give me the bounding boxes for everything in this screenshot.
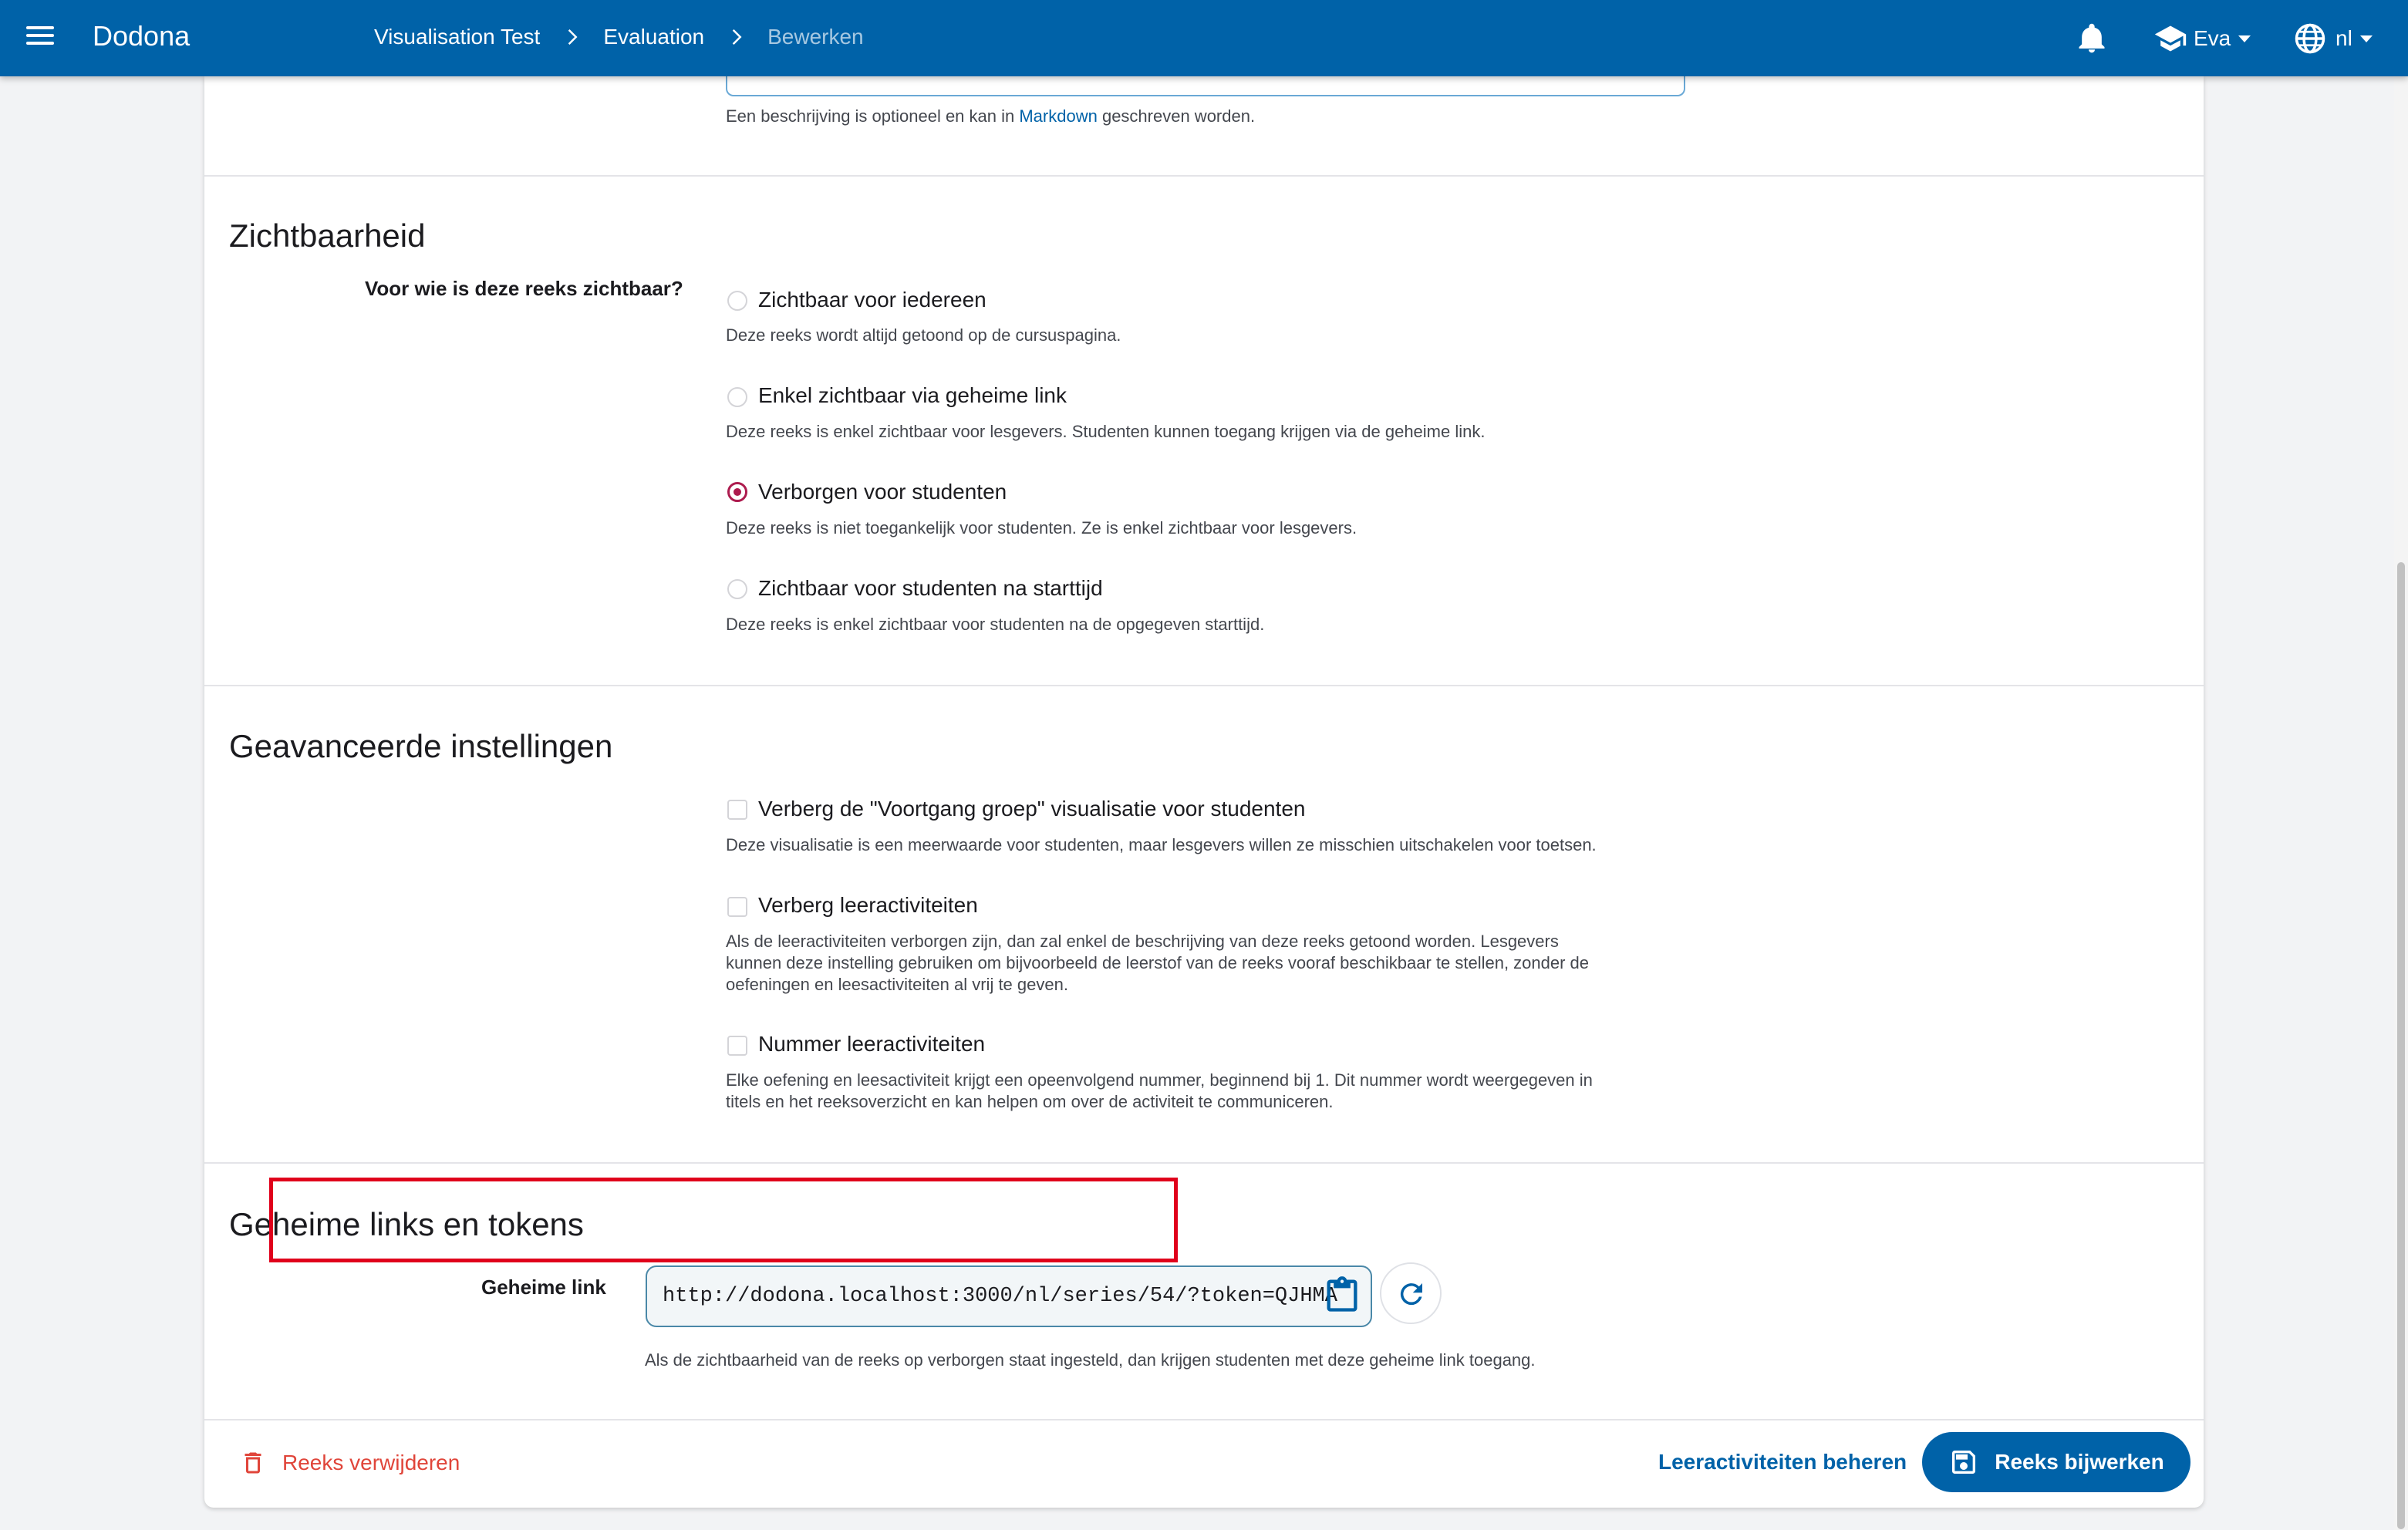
refresh-icon bbox=[1400, 1283, 1422, 1306]
checkbox-number-activities[interactable] bbox=[727, 1036, 747, 1056]
clipboard-icon[interactable] bbox=[1322, 1275, 1362, 1315]
delete-series-label: Reeks verwijderen bbox=[282, 1451, 460, 1474]
number-activities-help: Elke oefening en leesactiviteit krijgt e… bbox=[726, 1070, 1593, 1111]
breadcrumb-course[interactable]: Visualisation Test bbox=[374, 25, 540, 49]
radio-visibility-open[interactable] bbox=[727, 291, 747, 311]
description-help: Een beschrijving is optioneel en kan in … bbox=[726, 106, 1256, 126]
language-menu[interactable]: nl bbox=[2294, 22, 2373, 56]
divider bbox=[204, 1162, 2204, 1164]
radio-visibility-timed[interactable] bbox=[727, 579, 747, 599]
checkbox-hide-activities[interactable] bbox=[727, 897, 747, 917]
markdown-link[interactable]: Markdown bbox=[1019, 106, 1097, 126]
divider bbox=[204, 1419, 2204, 1420]
hide-progress-label[interactable]: Verberg de "Voortgang groep" visualisati… bbox=[758, 797, 1305, 821]
secret-link-field[interactable]: http://dodona.localhost:3000/nl/series/5… bbox=[646, 1265, 1372, 1327]
visibility-timed-help: Deze reeks is enkel zichtbaar voor stude… bbox=[726, 615, 1265, 634]
caret-down-icon bbox=[2238, 35, 2251, 42]
update-series-button[interactable]: Reeks bijwerken bbox=[1922, 1432, 2190, 1492]
breadcrumb-current: Bewerken bbox=[767, 25, 864, 49]
brand-logo[interactable]: Dodona bbox=[93, 20, 190, 52]
chevron-right-icon bbox=[568, 29, 578, 45]
divider bbox=[204, 175, 2204, 177]
secret-link-label: Geheime link bbox=[481, 1276, 606, 1299]
visibility-open-label[interactable]: Zichtbaar voor iedereen bbox=[758, 288, 986, 312]
school-icon bbox=[2154, 25, 2187, 52]
update-series-label: Reeks bijwerken bbox=[1995, 1450, 2164, 1474]
regenerate-token-button[interactable] bbox=[1380, 1262, 1442, 1324]
number-activities-label[interactable]: Nummer leeractiviteiten bbox=[758, 1032, 985, 1057]
globe-icon bbox=[2295, 23, 2325, 54]
radio-visibility-secret[interactable] bbox=[727, 387, 747, 407]
page-scrollbar[interactable] bbox=[2394, 76, 2408, 1530]
radio-visibility-hidden[interactable] bbox=[727, 482, 747, 502]
annotation-highlight-box bbox=[269, 1178, 1178, 1262]
visibility-secret-help: Deze reeks is enkel zichtbaar voor lesge… bbox=[726, 422, 1486, 441]
language-code: nl bbox=[2335, 26, 2352, 50]
user-menu[interactable]: Eva bbox=[2153, 22, 2251, 56]
save-icon bbox=[1952, 1451, 1976, 1474]
visibility-hidden-help: Deze reeks is niet toegankelijk voor stu… bbox=[726, 518, 1357, 538]
chevron-right-icon bbox=[732, 29, 742, 45]
visibility-question: Voor wie is deze reeks zichtbaar? bbox=[365, 277, 683, 300]
hide-activities-label[interactable]: Verberg leeractiviteiten bbox=[758, 893, 978, 918]
visibility-hidden-label[interactable]: Verborgen voor studenten bbox=[758, 480, 1007, 504]
visibility-section-title: Zichtbaarheid bbox=[229, 217, 426, 254]
delete-series-button[interactable]: Reeks verwijderen bbox=[239, 1444, 460, 1482]
hide-activities-help: Als de leeractiviteiten verborgen zijn, … bbox=[726, 932, 1590, 994]
breadcrumb: Visualisation Test Evaluation Bewerken bbox=[374, 25, 864, 49]
visibility-timed-label[interactable]: Zichtbaar voor studenten na starttijd bbox=[758, 576, 1103, 601]
bell-icon[interactable] bbox=[2075, 22, 2109, 56]
visibility-secret-label[interactable]: Enkel zichtbaar via geheime link bbox=[758, 383, 1067, 408]
visibility-open-help: Deze reeks wordt altijd getoond op de cu… bbox=[726, 325, 1121, 345]
checkbox-hide-progress[interactable] bbox=[727, 800, 747, 820]
manage-activities-button[interactable]: Leeractiviteiten beheren bbox=[1658, 1450, 1907, 1474]
secret-link-help: Als de zichtbaarheid van de reeks op ver… bbox=[645, 1350, 1536, 1370]
user-name: Eva bbox=[2194, 26, 2231, 50]
advanced-section-title: Geavanceerde instellingen bbox=[229, 728, 613, 764]
scrollbar-thumb[interactable] bbox=[2397, 562, 2405, 1529]
breadcrumb-series[interactable]: Evaluation bbox=[603, 25, 704, 49]
top-app-bar: Dodona Visualisation Test Evaluation Bew… bbox=[0, 0, 2408, 76]
divider bbox=[204, 685, 2204, 686]
hide-progress-help: Deze visualisatie is een meerwaarde voor… bbox=[726, 835, 1597, 854]
trash-icon bbox=[245, 1452, 261, 1474]
menu-icon[interactable] bbox=[23, 22, 57, 56]
caret-down-icon bbox=[2359, 35, 2373, 42]
